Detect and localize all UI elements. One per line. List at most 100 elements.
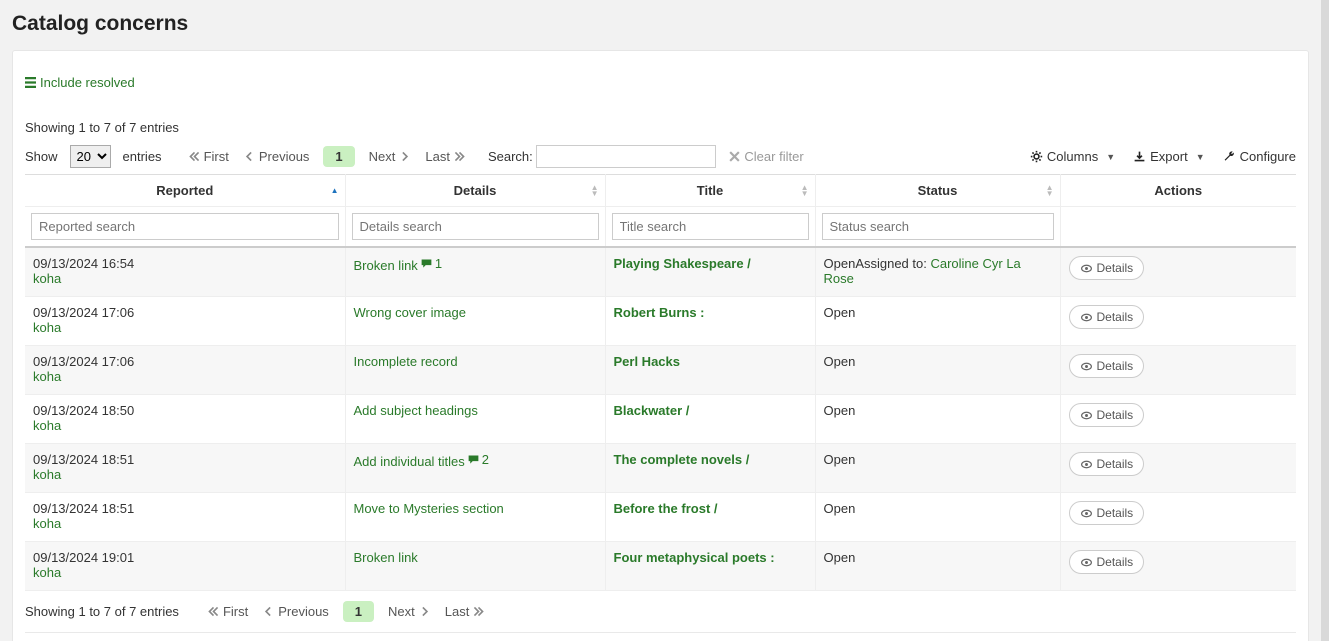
table-row: 09/13/2024 18:51koha Add individual title… (25, 444, 1296, 493)
chevron-left-icon (243, 150, 256, 163)
pagination-bottom: First Previous 1 Next Last (207, 601, 485, 622)
reported-user-link[interactable]: koha (33, 320, 61, 335)
reported-user-link[interactable]: koha (33, 369, 61, 384)
reported-date: 09/13/2024 18:51 (33, 452, 337, 467)
comment-count: 2 (467, 452, 489, 467)
first-page-button[interactable]: First (207, 604, 248, 619)
title-link[interactable]: Before the frost / (614, 501, 718, 516)
title-link[interactable]: Four metaphysical poets : (614, 550, 775, 565)
details-button[interactable]: Details (1069, 256, 1145, 280)
reported-user-link[interactable]: koha (33, 565, 61, 580)
details-button[interactable]: Details (1069, 452, 1145, 476)
previous-page-button[interactable]: Previous (262, 604, 329, 619)
export-button[interactable]: Export ▼ (1133, 149, 1205, 164)
status-text: Open (824, 305, 856, 320)
sort-desc-icon: ▼ (801, 191, 809, 197)
col-header-title[interactable]: Title ▲▼ (605, 175, 815, 207)
eye-icon (1080, 360, 1093, 373)
title-link[interactable]: Blackwater / (614, 403, 690, 418)
next-page-button[interactable]: Next (388, 604, 431, 619)
eye-icon (1080, 507, 1093, 520)
caret-down-icon: ▼ (1106, 152, 1115, 162)
details-filter-input[interactable] (352, 213, 599, 240)
comment-icon (420, 257, 433, 270)
show-label-post: entries (123, 149, 162, 164)
reported-date: 09/13/2024 16:54 (33, 256, 337, 271)
caret-down-icon: ▼ (1196, 152, 1205, 162)
reported-date: 09/13/2024 17:06 (33, 305, 337, 320)
bottom-toolbar: Showing 1 to 7 of 7 entries First Previo… (25, 601, 1296, 633)
details-link[interactable]: Add subject headings (354, 403, 478, 418)
eye-icon (1080, 262, 1093, 275)
details-button[interactable]: Details (1069, 354, 1145, 378)
reported-date: 09/13/2024 18:50 (33, 403, 337, 418)
title-link[interactable]: Robert Burns : (614, 305, 705, 320)
table-row: 09/13/2024 17:06koha Incomplete record Per… (25, 346, 1296, 395)
include-resolved-label: Include resolved (40, 75, 135, 90)
page-title: Catalog concerns (12, 12, 1309, 36)
reported-date: 09/13/2024 17:06 (33, 354, 337, 369)
details-link[interactable]: Broken link (354, 550, 418, 565)
table-toolbar: Show 20 entries First Previous 1 Next (25, 145, 1296, 168)
wrench-icon (1223, 150, 1236, 163)
reported-user-link[interactable]: koha (33, 467, 61, 482)
clear-filter-button[interactable]: Clear filter (728, 149, 803, 164)
details-link[interactable]: Incomplete record (354, 354, 458, 369)
chevron-double-right-icon (453, 150, 466, 163)
download-icon (1133, 150, 1146, 163)
next-page-button[interactable]: Next (369, 149, 412, 164)
panel: Include resolved Showing 1 to 7 of 7 ent… (12, 50, 1309, 641)
status-filter-input[interactable] (822, 213, 1054, 240)
title-link[interactable]: The complete novels / (614, 452, 750, 467)
table-row: 09/13/2024 17:06koha Wrong cover image Rob… (25, 297, 1296, 346)
last-page-button[interactable]: Last (425, 149, 466, 164)
details-button[interactable]: Details (1069, 501, 1145, 525)
include-resolved-toggle[interactable]: Include resolved (25, 75, 135, 90)
reported-user-link[interactable]: koha (33, 271, 61, 286)
title-link[interactable]: Perl Hacks (614, 354, 681, 369)
gear-icon (1030, 150, 1043, 163)
details-button[interactable]: Details (1069, 550, 1145, 574)
entries-info-top: Showing 1 to 7 of 7 entries (25, 120, 1296, 135)
title-link[interactable]: Playing Shakespeare / (614, 256, 751, 271)
details-link[interactable]: Move to Mysteries section (354, 501, 504, 516)
eye-icon (1080, 556, 1093, 569)
chevron-double-left-icon (188, 150, 201, 163)
columns-button[interactable]: Columns ▼ (1030, 149, 1115, 164)
chevron-left-icon (262, 605, 275, 618)
reported-user-link[interactable]: koha (33, 418, 61, 433)
page-size-select[interactable]: 20 (70, 145, 111, 168)
first-page-button[interactable]: First (188, 149, 229, 164)
concerns-table: Reported ▲ Details ▲▼ Title ▲▼ Status (25, 174, 1296, 591)
current-page-pill[interactable]: 1 (323, 146, 354, 167)
eye-icon (1080, 409, 1093, 422)
chevron-double-right-icon (472, 605, 485, 618)
chevron-right-icon (418, 605, 431, 618)
details-link[interactable]: Wrong cover image (354, 305, 466, 320)
title-filter-input[interactable] (612, 213, 809, 240)
col-header-reported[interactable]: Reported ▲ (25, 175, 345, 207)
current-page-pill[interactable]: 1 (343, 601, 374, 622)
configure-button[interactable]: Configure (1223, 149, 1296, 164)
last-page-button[interactable]: Last (445, 604, 486, 619)
details-link[interactable]: Add individual titles (354, 454, 465, 469)
entries-info-bottom: Showing 1 to 7 of 7 entries (25, 604, 179, 619)
status-text: Open (824, 550, 856, 565)
show-label-pre: Show (25, 149, 58, 164)
details-button[interactable]: Details (1069, 305, 1145, 329)
pagination-top: First Previous 1 Next Last (188, 146, 466, 167)
details-button[interactable]: Details (1069, 403, 1145, 427)
status-text: Open (824, 354, 856, 369)
status-text: Open (824, 501, 856, 516)
details-link[interactable]: Broken link (354, 258, 418, 273)
col-header-details[interactable]: Details ▲▼ (345, 175, 605, 207)
search-input[interactable] (536, 145, 716, 168)
sort-asc-icon: ▲ (331, 188, 339, 194)
reported-user-link[interactable]: koha (33, 516, 61, 531)
table-row: 09/13/2024 19:01kohaBroken linkFour meta… (25, 542, 1296, 591)
previous-page-button[interactable]: Previous (243, 149, 310, 164)
status-text: Open (824, 452, 856, 467)
table-row: 09/13/2024 18:50koha Add subject headings… (25, 395, 1296, 444)
col-header-status[interactable]: Status ▲▼ (815, 175, 1060, 207)
reported-filter-input[interactable] (31, 213, 339, 240)
